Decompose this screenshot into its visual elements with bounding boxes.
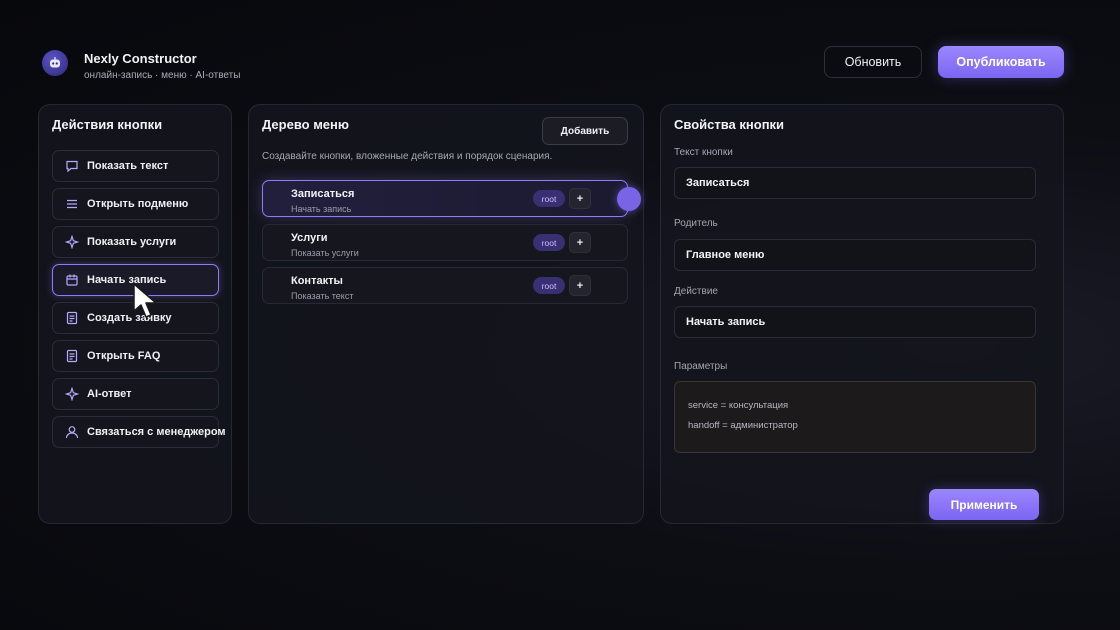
- params-textarea[interactable]: service = консультация handoff = админис…: [674, 381, 1036, 453]
- chat-bubble-icon: [65, 159, 79, 173]
- parent-select[interactable]: Главное меню: [674, 239, 1036, 271]
- action-label: Открыть FAQ: [87, 350, 161, 362]
- add-child-button[interactable]: +: [569, 188, 591, 209]
- add-child-button[interactable]: +: [569, 232, 591, 253]
- refresh-button[interactable]: Обновить: [824, 46, 922, 78]
- panel-title: Дерево меню: [262, 117, 349, 132]
- action-contact-manager-button[interactable]: Связаться с менеджером: [52, 416, 226, 448]
- sparkle-icon: [65, 387, 79, 401]
- sparkle-icon: [65, 235, 79, 249]
- bot-icon: [42, 50, 68, 76]
- document-icon: [65, 349, 79, 363]
- param-line: service = консультация: [688, 400, 789, 411]
- action-ai-answer-button[interactable]: AI-ответ: [52, 378, 219, 410]
- button-properties-panel: Свойства кнопки Текст кнопки Записаться …: [660, 104, 1064, 524]
- action-start-booking-button[interactable]: Начать запись: [52, 264, 219, 296]
- button-actions-panel: Действия кнопки Показать текст Открыть п…: [38, 104, 232, 524]
- app-header: Nexly Constructor онлайн-запись · меню ·…: [40, 46, 1064, 86]
- param-line: handoff = администратор: [688, 420, 798, 431]
- button-text-label: Текст кнопки: [674, 147, 733, 158]
- tree-item-services[interactable]: Услуги Показать услуги root +: [262, 224, 628, 261]
- add-button[interactable]: Добавить: [542, 117, 628, 145]
- root-badge: root: [533, 277, 565, 294]
- action-open-submenu-button[interactable]: Открыть подменю: [52, 188, 219, 220]
- parent-label: Родитель: [674, 218, 718, 229]
- action-label: Показать текст: [87, 160, 169, 172]
- action-label: Открыть подменю: [87, 198, 189, 210]
- panel-title: Свойства кнопки: [674, 117, 785, 132]
- tree-item-name: Услуги: [291, 232, 328, 244]
- action-open-faq-button[interactable]: Открыть FAQ: [52, 340, 219, 372]
- root-badge: root: [533, 190, 565, 207]
- menu-lines-icon: [65, 197, 79, 211]
- user-icon: [65, 425, 79, 439]
- tree-item-action: Показать услуги: [291, 248, 359, 258]
- publish-button[interactable]: Опубликовать: [938, 46, 1064, 78]
- root-badge: root: [533, 234, 565, 251]
- tree-item-action: Показать текст: [291, 291, 354, 301]
- action-label: Показать услуги: [87, 236, 177, 248]
- app-subtitle: онлайн-запись · меню · AI-ответы: [84, 70, 241, 81]
- menu-tree-panel: Дерево меню Добавить Создавайте кнопки, …: [248, 104, 644, 524]
- tree-description: Создавайте кнопки, вложенные действия и …: [262, 151, 553, 162]
- tree-item-name: Записаться: [291, 188, 355, 200]
- action-label: Действие: [674, 286, 718, 297]
- params-label: Параметры: [674, 361, 728, 372]
- action-label: Создать заявку: [87, 312, 172, 324]
- action-show-services-button[interactable]: Показать услуги: [52, 226, 219, 258]
- action-label: Связаться с менеджером: [87, 426, 226, 438]
- action-show-text-button[interactable]: Показать текст: [52, 150, 219, 182]
- tree-item-contacts[interactable]: Контакты Показать текст root +: [262, 267, 628, 304]
- button-text-field[interactable]: Записаться: [674, 167, 1036, 199]
- add-child-button[interactable]: +: [569, 275, 591, 296]
- action-select[interactable]: Начать запись: [674, 306, 1036, 338]
- action-label: AI-ответ: [87, 388, 132, 400]
- tree-item-signup[interactable]: Записаться Начать запись root +: [262, 180, 641, 217]
- panel-title: Действия кнопки: [52, 117, 163, 132]
- action-label: Начать запись: [87, 274, 167, 286]
- calendar-icon: [65, 273, 79, 287]
- document-icon: [65, 311, 79, 325]
- tree-item-name: Контакты: [291, 275, 343, 287]
- app-title: Nexly Constructor: [84, 51, 197, 66]
- drag-handle[interactable]: [617, 187, 641, 211]
- action-create-request-button[interactable]: Создать заявку: [52, 302, 219, 334]
- tree-item-action: Начать запись: [291, 204, 352, 214]
- apply-button[interactable]: Применить: [929, 489, 1039, 520]
